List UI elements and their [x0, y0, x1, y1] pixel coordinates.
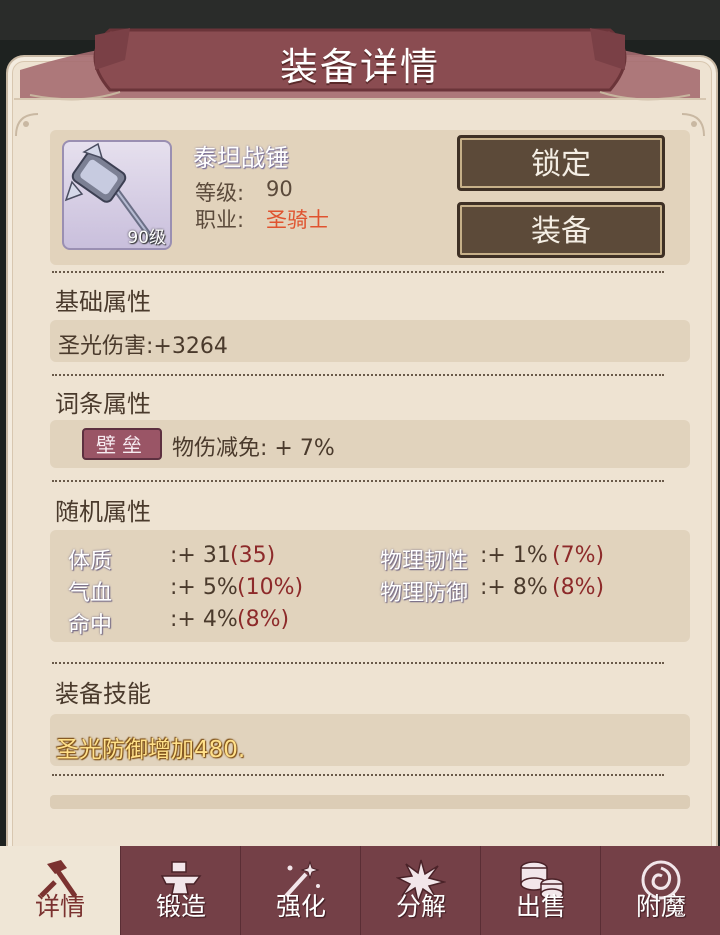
- class-value: 圣骑士: [266, 208, 329, 232]
- tab-label: 分解: [395, 892, 446, 921]
- corner-ornament-icon: [15, 113, 39, 137]
- stat-max: (35): [230, 543, 276, 568]
- section-divider: [52, 374, 664, 376]
- stat-name: 物理韧性: [380, 549, 469, 574]
- stat-max: (8%): [552, 575, 605, 600]
- section-divider: [52, 774, 664, 776]
- stat-value: :+ 4%: [170, 607, 238, 632]
- section-divider: [52, 271, 664, 273]
- level-label: 等级:: [195, 181, 245, 205]
- tab-forge[interactable]: 锻造: [120, 846, 241, 935]
- random-attributes-title: 随机属性: [55, 498, 151, 526]
- affix-tag: 壁垒: [82, 428, 162, 460]
- stat-value: :+ 5%: [170, 575, 238, 600]
- basic-attribute-text: 圣光伤害:+3264: [58, 334, 228, 359]
- equip-button[interactable]: 装备: [457, 202, 665, 258]
- section-divider: [52, 662, 664, 664]
- stat-max: (7%): [552, 543, 605, 568]
- stat-value: :+ 31: [170, 543, 231, 568]
- tab-label: 附魔: [635, 892, 686, 921]
- tab-label: 强化: [275, 892, 326, 921]
- title-divider: [14, 98, 706, 100]
- class-label: 职业:: [195, 208, 245, 232]
- stat-value: :+ 1%: [480, 543, 548, 568]
- window-title: 装备详情: [279, 45, 440, 89]
- stat-name: 物理防御: [380, 581, 469, 606]
- scroll-more-indicator[interactable]: [50, 795, 690, 809]
- stat-max: (8%): [237, 607, 290, 632]
- stat-max: (10%): [237, 575, 304, 600]
- affix-text: 物伤减免: + 7%: [172, 436, 335, 461]
- lock-button[interactable]: 锁定: [457, 135, 665, 191]
- tab-sell[interactable]: 出售: [480, 846, 601, 935]
- tab-disassemble[interactable]: 分解: [360, 846, 481, 935]
- section-divider: [52, 480, 664, 482]
- equip-skill-text: 圣光防御增加480.: [56, 737, 246, 763]
- tab-enchant[interactable]: 附魔: [600, 846, 720, 935]
- tab-label: 出售: [515, 892, 566, 921]
- item-level-badge: 90级: [127, 228, 166, 248]
- tab-label: 锻造: [155, 892, 206, 921]
- tab-enhance[interactable]: 强化: [240, 846, 361, 935]
- equip-skill-title: 装备技能: [55, 680, 151, 708]
- stat-value: :+ 8%: [480, 575, 548, 600]
- item-name: 泰坦战锤: [193, 144, 289, 172]
- tab-details[interactable]: 详情: [0, 846, 120, 935]
- stat-name: 气血: [68, 581, 113, 606]
- basic-attributes-title: 基础属性: [55, 288, 151, 316]
- stat-name: 体质: [68, 549, 113, 574]
- affix-attributes-title: 词条属性: [55, 390, 151, 418]
- item-icon-slot[interactable]: 90级: [62, 140, 172, 250]
- stat-name: 命中: [68, 613, 113, 638]
- level-value: 90: [266, 177, 293, 201]
- tab-label: 详情: [34, 892, 85, 921]
